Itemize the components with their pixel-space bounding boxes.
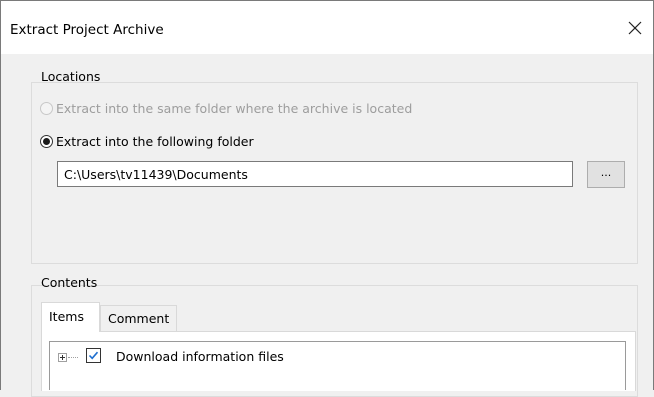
download-info-files-checkbox[interactable] bbox=[86, 348, 101, 363]
tree-connector bbox=[68, 357, 78, 359]
extract-project-archive-dialog: Extract Project Archive Locations Extrac… bbox=[0, 0, 654, 397]
close-button[interactable] bbox=[619, 11, 653, 45]
locations-legend: Locations bbox=[41, 69, 101, 84]
download-info-files-label: Download information files bbox=[116, 349, 284, 364]
radio-following-folder[interactable] bbox=[40, 134, 53, 148]
radio-following-folder-option[interactable]: Extract into the following folder bbox=[40, 132, 254, 150]
contents-legend: Contents bbox=[41, 275, 98, 290]
browse-button[interactable]: ... bbox=[587, 161, 625, 188]
radio-following-folder-label: Extract into the following folder bbox=[56, 133, 254, 149]
tab-items[interactable]: Items bbox=[41, 302, 100, 332]
close-icon bbox=[628, 21, 642, 35]
radio-same-folder[interactable] bbox=[40, 101, 53, 115]
radio-same-folder-option[interactable]: Extract into the same folder where the a… bbox=[40, 99, 412, 117]
radio-same-folder-label: Extract into the same folder where the a… bbox=[56, 100, 413, 116]
checkmark-icon bbox=[88, 351, 99, 360]
folder-path-input[interactable] bbox=[57, 161, 573, 187]
title-bar: Extract Project Archive bbox=[1, 1, 653, 54]
tab-comment[interactable]: Comment bbox=[100, 305, 177, 331]
dialog-title: Extract Project Archive bbox=[10, 22, 164, 38]
plus-expander-icon[interactable] bbox=[58, 353, 67, 362]
items-tree[interactable]: Download information files bbox=[49, 341, 626, 390]
